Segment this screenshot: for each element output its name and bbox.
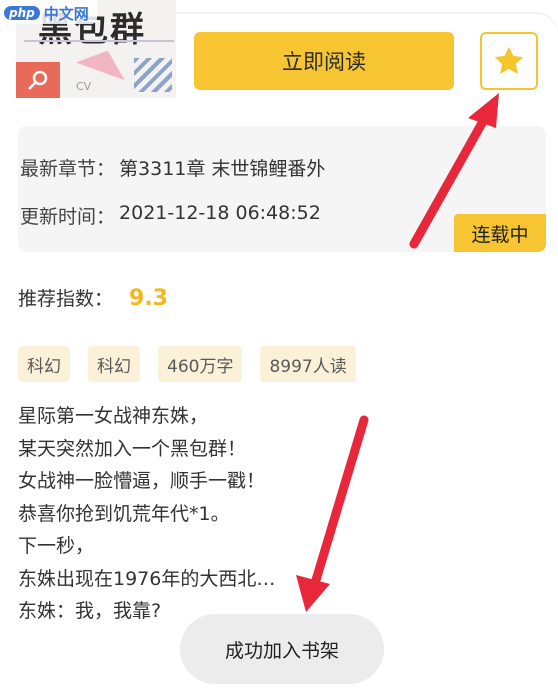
tag-genre[interactable]: 科幻 xyxy=(18,346,70,382)
latest-chapter-row[interactable]: 最新章节： 第3311章 末世锦鲤番外 xyxy=(20,154,325,181)
search-icon xyxy=(28,70,48,90)
latest-chapter-label: 最新章节： xyxy=(20,158,116,180)
tag-word-count: 460万字 xyxy=(158,346,243,382)
description-line: 星际第一女战神东姝， xyxy=(18,405,209,427)
recommend-rating: 推荐指数： 9.3 xyxy=(18,284,168,311)
description-line: 恭喜你抢到饥荒年代*1。 xyxy=(18,502,230,525)
cover-badge xyxy=(16,62,60,98)
watermark: php 中文网 xyxy=(0,0,97,24)
cover-subtitle: CV xyxy=(76,80,92,93)
rating-label: 推荐指数： xyxy=(18,288,114,310)
arrow-to-toast-icon xyxy=(296,415,369,612)
toast-notification: 成功加入书架 xyxy=(180,614,384,684)
watermark-logo: php xyxy=(4,6,40,20)
description-line: 下一秒， xyxy=(18,535,95,557)
update-time-value: 2021-12-18 06:48:52 xyxy=(119,202,321,224)
read-now-button[interactable]: 立即阅读 xyxy=(194,32,454,90)
update-time-row: 更新时间： 2021-12-18 06:48:52 xyxy=(20,202,321,229)
rating-value: 9.3 xyxy=(129,286,168,311)
description-line: 女战神一脸懵逼，顺手一戳！ xyxy=(18,470,266,492)
description-line: 东姝出现在1976年的大西北… xyxy=(18,567,276,590)
cover-decoration-stripes xyxy=(134,58,172,92)
latest-chapter-value[interactable]: 第3311章 末世锦鲤番外 xyxy=(119,154,325,181)
tag-list: 科幻 科幻 460万字 8997人读 xyxy=(18,346,356,382)
watermark-text: 中文网 xyxy=(43,4,89,23)
description-line: 某天突然加入一个黑包群！ xyxy=(18,437,247,460)
tag-genre[interactable]: 科幻 xyxy=(88,346,140,382)
status-badge: 连载中 xyxy=(454,214,546,252)
favorite-button[interactable] xyxy=(480,32,538,90)
update-time-label: 更新时间： xyxy=(20,206,116,228)
cover-decoration-line xyxy=(24,40,174,42)
tag-reader-count: 8997人读 xyxy=(260,346,356,382)
star-icon xyxy=(494,46,524,74)
book-description: 星际第一女战神东姝， 某天突然加入一个黑包群！ 女战神一脸懵逼，顺手一戳！ 恭喜… xyxy=(18,400,275,628)
